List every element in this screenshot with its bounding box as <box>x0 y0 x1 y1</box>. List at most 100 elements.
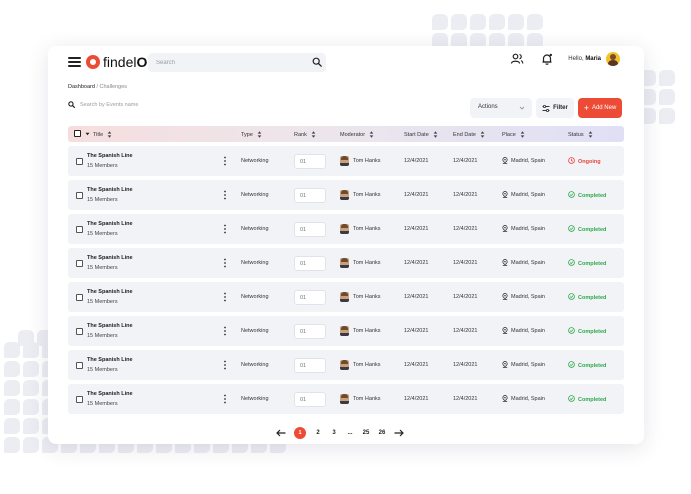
moderator-name: Tom Hanks <box>353 328 381 334</box>
search-icon[interactable] <box>312 57 322 67</box>
kebab-icon[interactable] <box>223 224 227 234</box>
table-row[interactable]: The Spanish Line 15 Members Networking T… <box>68 316 624 346</box>
row-title-cell: The Spanish Line 15 Members <box>87 357 133 373</box>
row-checkbox[interactable] <box>76 158 83 165</box>
logo[interactable]: findelOI <box>86 54 151 70</box>
row-rank-input[interactable] <box>294 222 326 237</box>
page-26-button[interactable]: 26 <box>378 430 386 436</box>
search-icon <box>68 101 75 108</box>
table-row[interactable]: The Spanish Line 15 Members Networking T… <box>68 248 624 278</box>
select-all-control[interactable] <box>74 130 90 137</box>
column-end-date[interactable]: End Date <box>453 131 485 138</box>
row-title[interactable]: The Spanish Line <box>87 187 133 193</box>
table-row[interactable]: The Spanish Line 15 Members Networking T… <box>68 180 624 210</box>
row-checkbox[interactable] <box>76 192 83 199</box>
hamburger-icon[interactable] <box>68 57 81 67</box>
column-place[interactable]: Place <box>502 131 525 138</box>
row-checkbox[interactable] <box>76 226 83 233</box>
row-checkbox[interactable] <box>76 294 83 301</box>
row-moderator[interactable]: Tom Hanks <box>340 360 381 370</box>
row-checkbox[interactable] <box>76 260 83 267</box>
page-2-button[interactable]: 2 <box>314 430 322 436</box>
map-pin-icon <box>502 361 508 368</box>
kebab-icon[interactable] <box>223 360 227 370</box>
column-title[interactable]: Title <box>93 131 112 138</box>
row-title[interactable]: The Spanish Line <box>87 153 133 159</box>
row-rank-input[interactable] <box>294 256 326 271</box>
events-search-input[interactable] <box>80 101 200 108</box>
column-start-date[interactable]: Start Date <box>404 131 438 138</box>
row-title[interactable]: The Spanish Line <box>87 323 133 329</box>
column-moderator[interactable]: Moderator <box>340 131 374 138</box>
table-row[interactable]: The Spanish Line 15 Members Networking T… <box>68 350 624 380</box>
row-moderator[interactable]: Tom Hanks <box>340 326 381 336</box>
row-rank-input[interactable] <box>294 358 326 373</box>
row-checkbox[interactable] <box>76 362 83 369</box>
row-title[interactable]: The Spanish Line <box>87 289 133 295</box>
global-search-input[interactable] <box>148 53 326 72</box>
row-title[interactable]: The Spanish Line <box>87 357 133 363</box>
main-card: findelOI Hello, Maria Dashboa <box>48 46 644 444</box>
user-avatar[interactable] <box>606 52 620 66</box>
row-rank-input[interactable] <box>294 392 326 407</box>
place-name: Madrid, Spain <box>511 191 545 198</box>
row-end-date: 12/4/2021 <box>453 226 478 232</box>
row-title-cell: The Spanish Line 15 Members <box>87 323 133 339</box>
row-rank-input[interactable] <box>294 324 326 339</box>
table-row[interactable]: The Spanish Line 15 Members Networking T… <box>68 282 624 312</box>
row-moderator[interactable]: Tom Hanks <box>340 394 381 404</box>
arrow-left-icon[interactable] <box>276 429 286 437</box>
bell-icon[interactable] <box>540 52 554 66</box>
table-row[interactable]: The Spanish Line 15 Members Networking T… <box>68 384 624 414</box>
kebab-icon[interactable] <box>223 394 227 404</box>
row-end-date: 12/4/2021 <box>453 260 478 266</box>
kebab-icon[interactable] <box>223 292 227 302</box>
column-start-date-label: Start Date <box>404 131 429 138</box>
row-title[interactable]: The Spanish Line <box>87 391 133 397</box>
row-rank-input[interactable] <box>294 154 326 169</box>
table-row[interactable]: The Spanish Line 15 Members Networking T… <box>68 146 624 176</box>
row-checkbox[interactable] <box>76 328 83 335</box>
row-moderator[interactable]: Tom Hanks <box>340 224 381 234</box>
row-status: Ongoing <box>568 157 601 166</box>
row-members: 15 Members <box>87 401 118 407</box>
arrow-right-icon[interactable] <box>394 429 404 437</box>
users-icon[interactable] <box>510 52 524 66</box>
column-rank[interactable]: Rank <box>294 131 316 138</box>
column-type[interactable]: Type <box>241 131 262 138</box>
row-title-cell: The Spanish Line 15 Members <box>87 187 133 203</box>
column-status[interactable]: Status <box>568 131 593 138</box>
kebab-icon[interactable] <box>223 326 227 336</box>
row-moderator[interactable]: Tom Hanks <box>340 258 381 268</box>
events-search <box>68 101 200 108</box>
row-checkbox[interactable] <box>76 396 83 403</box>
page-1-button[interactable]: 1 <box>294 427 306 439</box>
row-moderator[interactable]: Tom Hanks <box>340 156 381 166</box>
page-3-button[interactable]: 3 <box>330 430 338 436</box>
select-all-checkbox[interactable] <box>74 130 81 137</box>
logo-text: findelOI <box>103 54 151 70</box>
row-moderator[interactable]: Tom Hanks <box>340 292 381 302</box>
kebab-icon[interactable] <box>223 156 227 166</box>
moderator-name: Tom Hanks <box>353 294 381 300</box>
row-title[interactable]: The Spanish Line <box>87 255 133 261</box>
breadcrumb-dashboard[interactable]: Dashboard <box>68 84 95 90</box>
moderator-avatar <box>340 326 349 336</box>
kebab-icon[interactable] <box>223 258 227 268</box>
place-name: Madrid, Spain <box>511 225 545 232</box>
filter-button[interactable]: Filter <box>536 98 574 118</box>
page-25-button[interactable]: 25 <box>362 430 370 436</box>
row-moderator[interactable]: Tom Hanks <box>340 190 381 200</box>
row-rank-input[interactable] <box>294 188 326 203</box>
row-title-cell: The Spanish Line 15 Members <box>87 153 133 169</box>
moderator-avatar <box>340 360 349 370</box>
row-title[interactable]: The Spanish Line <box>87 221 133 227</box>
kebab-icon[interactable] <box>223 190 227 200</box>
greeting-text: Hello, <box>568 56 584 62</box>
table-row[interactable]: The Spanish Line 15 Members Networking T… <box>68 214 624 244</box>
actions-select[interactable]: Actions <box>470 98 532 118</box>
row-type: Networking <box>241 260 269 266</box>
add-new-button[interactable]: + Add New <box>578 98 622 118</box>
row-rank-input[interactable] <box>294 290 326 305</box>
check-circle-icon <box>568 327 575 336</box>
